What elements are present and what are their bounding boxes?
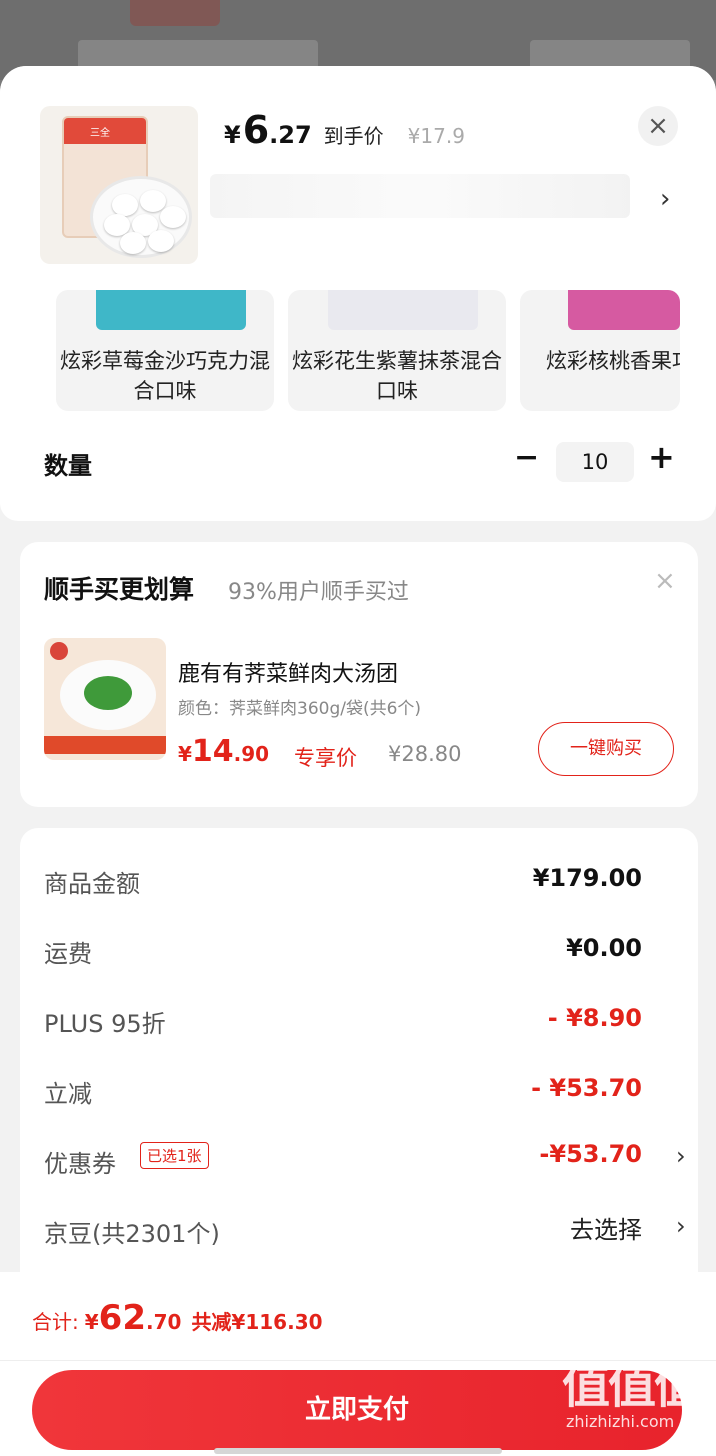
price-decimal: .27 [269, 121, 312, 149]
upsell-subtitle: 93%用户顺手买过 [228, 580, 409, 605]
summary-label-subtotal: 商品金额 [44, 870, 140, 898]
summary-value-shipping: ¥0.00 [566, 934, 642, 962]
upsell-price-integer: 14 [191, 734, 234, 769]
product-card: 三全 ¥ 6 .27 到手价 ¥17.9 × › 炫彩草莓金沙巧克力混合口味 炫… [0, 66, 716, 521]
total-currency: ¥ [84, 1310, 99, 1334]
quantity-decrease-button[interactable]: − [514, 440, 539, 475]
coupon-selected-badge: 已选1张 [140, 1142, 209, 1169]
tangyuan-ball [120, 232, 146, 254]
product-thumbnail: 三全 [40, 106, 198, 264]
upsell-price-decimal: .90 [233, 742, 270, 766]
checkout-sheet: 三全 ¥ 6 .27 到手价 ¥17.9 × › 炫彩草莓金沙巧克力混合口味 炫… [0, 66, 716, 1456]
price-currency: ¥ [224, 121, 241, 149]
chevron-right-icon[interactable]: › [676, 1142, 686, 1170]
price-label: 到手价 [323, 124, 384, 148]
upsell-product-name[interactable]: 鹿有有荠菜鲜肉大汤团 [178, 656, 398, 688]
variant-label: 炫彩核桃香果巧克力混合 [546, 349, 680, 373]
variant-option[interactable]: 炫彩花生紫薯抹茶混合口味 [288, 290, 506, 411]
summary-label-coupon: 优惠券 [44, 1150, 116, 1178]
variant-image [328, 290, 478, 330]
summary-value-instant-discount: - ¥53.70 [531, 1074, 642, 1102]
quantity-input[interactable]: 10 [556, 442, 634, 482]
close-icon: × [647, 111, 669, 141]
upsell-product-spec: 颜色：荠菜鲜肉360g/袋(共6个) [178, 699, 422, 719]
close-button[interactable]: × [638, 106, 678, 146]
background-logo [130, 0, 220, 26]
order-summary: 商品金额 ¥179.00 运费 ¥0.00 PLUS 95折 - ¥8.90 立… [20, 828, 698, 1298]
chevron-right-icon[interactable]: › [676, 1212, 686, 1240]
quantity-label: 数量 [44, 452, 92, 480]
home-indicator[interactable] [214, 1448, 502, 1454]
quantity-increase-button[interactable]: + [648, 438, 675, 476]
chevron-right-icon[interactable]: › [660, 184, 670, 214]
upsell-product-image[interactable] [44, 638, 166, 760]
one-click-buy-button[interactable]: 一键购买 [538, 722, 674, 776]
upsell-close-icon[interactable]: × [654, 566, 676, 596]
variant-option[interactable]: 炫彩草莓金沙巧克力混合口味 [56, 290, 274, 411]
upsell-price: ¥ 14 .90 [178, 734, 269, 769]
summary-label-instant-discount: 立减 [44, 1080, 92, 1108]
price-row: ¥ 6 .27 到手价 ¥17.9 [224, 108, 465, 152]
summary-label-jingdou: 京豆(共2301个) [44, 1220, 220, 1248]
original-price: ¥17.9 [407, 124, 465, 148]
filling-image [84, 676, 132, 710]
summary-value-subtotal: ¥179.00 [532, 864, 642, 892]
package-band [44, 736, 166, 754]
jingdou-select-link[interactable]: 去选择 [570, 1210, 642, 1245]
total-decimal: .70 [146, 1310, 182, 1334]
upsell-price-label: 专享价 [294, 746, 357, 770]
price-integer: 6 [242, 108, 270, 152]
upsell-title: 顺手买更划算 [44, 575, 195, 604]
total-label: 合计: [32, 1310, 79, 1334]
watermark: 值值值 zhizhizhi.com [562, 1346, 712, 1450]
watermark-logo: 值值值 [562, 1358, 702, 1414]
total-saved: 共减¥116.30 [191, 1310, 323, 1334]
summary-value-coupon[interactable]: -¥53.70 [539, 1140, 642, 1168]
blurred-address [210, 174, 630, 218]
variant-image [96, 290, 246, 330]
tangyuan-ball [140, 190, 166, 212]
total-integer: 62 [98, 1298, 146, 1338]
summary-label-plus-discount: PLUS 95折 [44, 1010, 166, 1038]
variant-option[interactable]: 炫彩核桃香果巧克力混合 [520, 290, 680, 411]
tangyuan-ball [160, 206, 186, 228]
variant-image [568, 290, 680, 330]
variant-label: 炫彩花生紫薯抹茶混合口味 [292, 349, 502, 403]
tangyuan-ball [112, 194, 138, 216]
summary-label-shipping: 运费 [44, 940, 92, 968]
upsell-card: 顺手买更划算 93%用户顺手买过 × 鹿有有荠菜鲜肉大汤团 颜色：荠菜鲜肉360… [20, 542, 698, 807]
brand-label: 三全 [90, 128, 110, 139]
variant-label: 炫彩草莓金沙巧克力混合口味 [60, 349, 270, 403]
summary-value-plus-discount: - ¥8.90 [547, 1004, 642, 1032]
upsell-original-price: ¥28.80 [388, 742, 462, 766]
total-row: 合计: ¥ 62 .70 共减¥116.30 [32, 1298, 323, 1338]
tangyuan-ball [148, 230, 174, 252]
brand-logo-icon [50, 642, 68, 660]
upsell-price-currency: ¥ [178, 742, 192, 766]
